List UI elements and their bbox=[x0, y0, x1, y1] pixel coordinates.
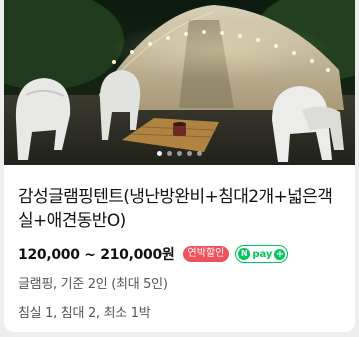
carousel-dot[interactable] bbox=[157, 151, 162, 156]
listing-title[interactable]: 감성글램핑텐트(냉난방완비+침대2개+넓은객실+애견동반O) bbox=[18, 185, 345, 233]
discount-badge: 연박할인 bbox=[182, 246, 230, 262]
price-range: 120,000 ~ 210,000원 bbox=[18, 247, 175, 263]
listing-card[interactable]: 감성글램핑텐트(냉난방완비+침대2개+넓은객실+애견동반O) 120,000 ~… bbox=[4, 0, 355, 332]
carousel-dot[interactable] bbox=[197, 151, 202, 156]
carousel-dot[interactable] bbox=[187, 151, 192, 156]
glamping-tent-photo bbox=[4, 0, 355, 165]
type-capacity: 글램핑, 기준 2인 (최대 5인) bbox=[18, 277, 168, 292]
npay-badge: N pay + bbox=[235, 245, 289, 263]
plus-icon: + bbox=[274, 248, 286, 260]
npay-logo-icon: N bbox=[238, 248, 251, 260]
price-row: 120,000 ~ 210,000원 연박할인 N pay + bbox=[18, 243, 355, 265]
room-info: 침실 1, 침대 2, 최소 1박 bbox=[18, 306, 151, 321]
carousel-indicator[interactable] bbox=[4, 151, 355, 156]
carousel-dot[interactable] bbox=[167, 151, 172, 156]
listing-photo[interactable] bbox=[4, 0, 355, 165]
carousel-dot[interactable] bbox=[177, 151, 182, 156]
listing-info: 감성글램핑텐트(냉난방완비+침대2개+넓은객실+애견동반O) 120,000 ~… bbox=[4, 185, 355, 323]
npay-text: pay bbox=[252, 248, 273, 260]
